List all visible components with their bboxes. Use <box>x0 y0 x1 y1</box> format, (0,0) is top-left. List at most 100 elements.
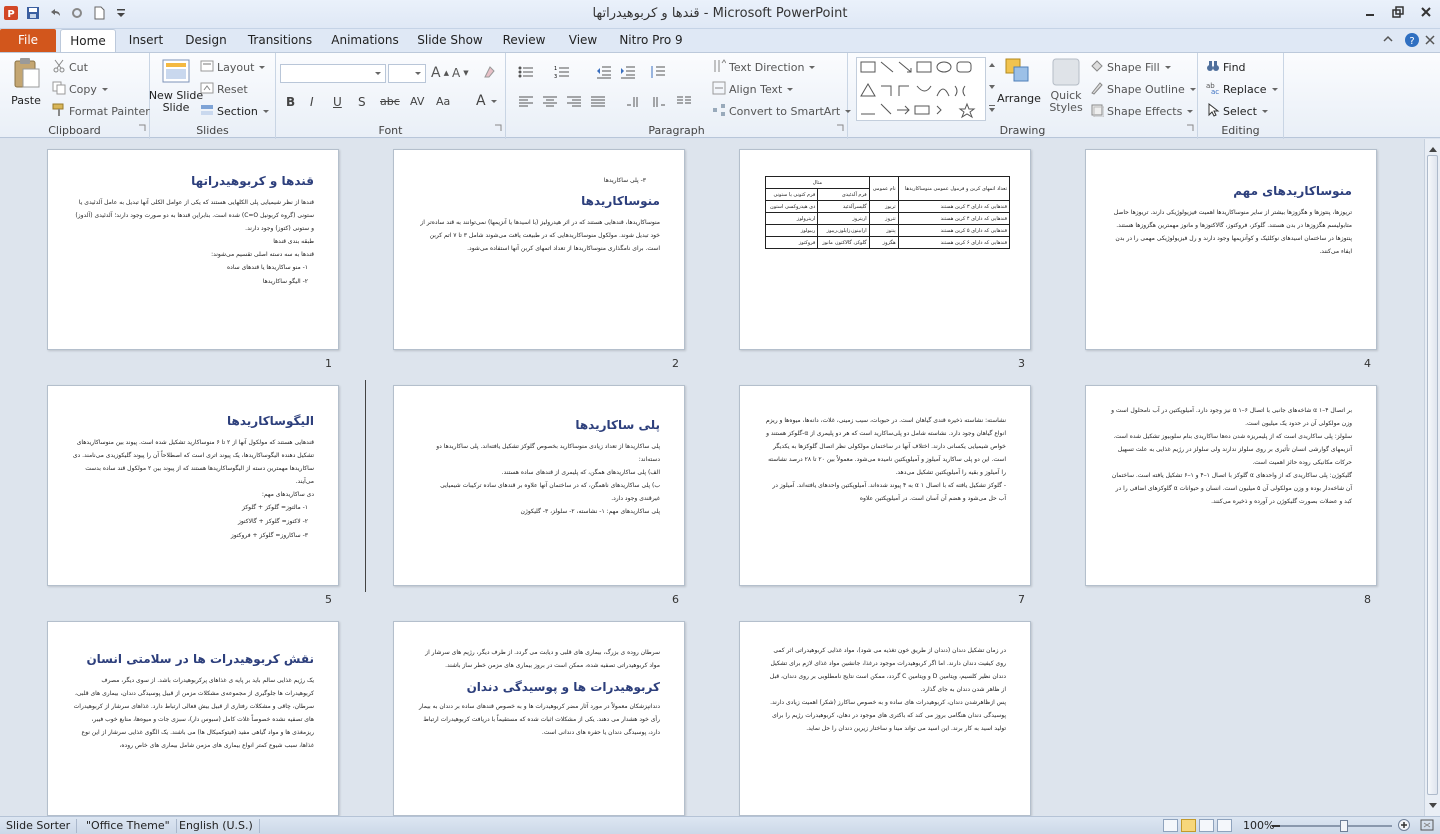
align-center-icon[interactable] <box>542 95 558 109</box>
minimize-icon[interactable] <box>1362 4 1378 20</box>
tab-design[interactable]: Design <box>181 29 231 52</box>
ribbon-close-icon[interactable] <box>1424 32 1436 49</box>
shape-effects-button[interactable]: Shape Effects <box>1090 103 1194 120</box>
slide-thumbnail[interactable]: سرطان روده ی بزرگ، بیماری های قلبی و دیا… <box>393 621 685 816</box>
shapes-more-icon[interactable] <box>988 99 996 122</box>
tab-insert[interactable]: Insert <box>122 29 170 52</box>
tab-transitions[interactable]: Transitions <box>246 29 314 52</box>
new-slide-button[interactable]: New Slide Slide <box>149 57 203 114</box>
drawing-launcher-icon[interactable] <box>1186 121 1194 135</box>
fit-to-window-icon[interactable] <box>1420 819 1434 834</box>
paste-button[interactable]: Paste <box>8 57 44 107</box>
vertical-scrollbar[interactable] <box>1424 139 1440 816</box>
layout-button[interactable]: Layout <box>200 59 266 76</box>
tab-view[interactable]: View <box>563 29 603 52</box>
convert-smartart-button[interactable]: Convert to SmartArt <box>712 103 852 120</box>
zoom-slider-thumb[interactable] <box>1340 820 1348 832</box>
close-icon[interactable] <box>1418 4 1434 20</box>
slide-sorter-view-icon[interactable] <box>1181 819 1196 832</box>
slide-thumbnail[interactable]: الیگوساکاریدها قندهایی هستند که مولکول آ… <box>47 385 339 586</box>
normal-view-icon[interactable] <box>1163 819 1178 832</box>
scrollbar-thumb[interactable] <box>1427 155 1438 795</box>
line-spacing-icon[interactable] <box>650 65 666 79</box>
arrange-button[interactable]: Arrange <box>997 57 1041 105</box>
change-case-icon[interactable]: Aa <box>436 95 450 108</box>
drawing-group-label: Drawing <box>999 124 1046 137</box>
copy-button[interactable]: Copy <box>52 81 108 98</box>
slide-thumbnail[interactable]: بر اتصال α ۱–۴ شاخه‌های جانبی با اتصال α… <box>1085 385 1377 586</box>
numbering-icon[interactable]: 13 <box>554 65 570 79</box>
decrease-indent-icon[interactable] <box>596 65 612 79</box>
table-header-cell: فرم کتونی یا ستونی <box>764 188 819 201</box>
justify-icon[interactable] <box>590 95 606 109</box>
tab-animations[interactable]: Animations <box>331 29 399 52</box>
slide-thumbnail[interactable]: در زمان تشکیل دندان (دندان از طریق خون ت… <box>739 621 1031 816</box>
shadow-icon[interactable]: S <box>358 95 366 109</box>
slide-thumbnail[interactable]: نقش کربوهیدرات ها در سلامتی انسان یک رژی… <box>47 621 339 816</box>
format-painter-button[interactable]: Format Painter <box>52 103 150 120</box>
scroll-down-icon[interactable] <box>1428 799 1438 813</box>
zoom-out-icon[interactable] <box>1272 820 1280 834</box>
reset-button[interactable]: Reset <box>200 81 248 98</box>
paragraph-launcher-icon[interactable] <box>836 121 844 135</box>
font-color-icon[interactable]: A <box>476 93 497 109</box>
section-button[interactable]: Section <box>200 103 269 120</box>
bold-icon[interactable]: B <box>286 95 295 109</box>
zoom-level[interactable]: 100% <box>1243 819 1274 832</box>
shrink-font-icon[interactable]: A ▼ <box>452 66 469 80</box>
insertion-marker <box>365 380 366 592</box>
ltr-direction-icon[interactable] <box>626 95 642 109</box>
reading-view-icon[interactable] <box>1199 819 1214 832</box>
find-button[interactable]: Find <box>1206 59 1246 76</box>
text-direction-button[interactable]: Text Direction <box>712 59 816 76</box>
slide-paragraph: پنتوزها در ساختمان اسیدهای نوکلئیک و کوآ… <box>1115 235 1352 255</box>
restore-icon[interactable] <box>1390 4 1406 20</box>
zoom-in-icon[interactable] <box>1398 819 1410 834</box>
shape-fill-button[interactable]: Shape Fill <box>1090 59 1171 76</box>
underline-icon[interactable]: U <box>333 95 342 109</box>
layout-icon <box>200 59 214 76</box>
quick-styles-button[interactable]: Quick Styles <box>1046 57 1086 114</box>
increase-indent-icon[interactable] <box>620 65 636 79</box>
grow-font-icon[interactable]: A ▲ <box>431 65 449 81</box>
shapes-gallery[interactable] <box>856 57 986 121</box>
slide-thumbnail[interactable]: قندها و کربوهیدراتها قندها از نظر شیمیای… <box>47 149 339 350</box>
cut-button[interactable]: Cut <box>52 59 88 76</box>
slide-thumbnail[interactable]: نشاسته: نشاسته ذخیره قندی گیاهان است. در… <box>739 385 1031 586</box>
zoom-slider-track[interactable] <box>1280 825 1392 827</box>
tab-slide-show[interactable]: Slide Show <box>416 29 484 52</box>
shape-outline-button[interactable]: Shape Outline <box>1090 81 1196 98</box>
tab-home[interactable]: Home <box>60 29 116 53</box>
slide-thumbnail[interactable]: ۳- پلی ساکاریدها منوساکاریدها منوساکارید… <box>393 149 685 350</box>
tab-review[interactable]: Review <box>500 29 548 52</box>
columns-icon[interactable] <box>676 95 692 109</box>
language-status[interactable]: English (U.S.) <box>173 819 260 833</box>
font-launcher-icon[interactable] <box>494 121 502 135</box>
clipboard-launcher-icon[interactable] <box>138 121 146 135</box>
svg-text:3: 3 <box>554 74 557 79</box>
tab-nitro-pro[interactable]: Nitro Pro 9 <box>615 29 687 52</box>
replace-button[interactable]: ab ac Replace <box>1206 81 1278 98</box>
shapes-scroll-down-icon[interactable] <box>988 77 996 100</box>
theme-status[interactable]: "Office Theme" <box>80 819 177 833</box>
minimize-ribbon-icon[interactable] <box>1382 33 1394 48</box>
rtl-direction-icon[interactable] <box>650 95 666 109</box>
slide-thumbnail[interactable]: پلی ساکاریدها پلی ساکاریدها از تعداد زیا… <box>393 385 685 586</box>
bullets-icon[interactable] <box>518 65 534 79</box>
tab-file[interactable]: File <box>0 29 56 52</box>
clear-formatting-icon[interactable] <box>482 65 496 79</box>
align-left-icon[interactable] <box>518 95 534 109</box>
font-size-field[interactable] <box>388 64 426 83</box>
slide-thumbnail[interactable]: تعداد اتمهای کربن و فرمول عمومی منوساکار… <box>739 149 1031 350</box>
slideshow-view-icon[interactable] <box>1217 819 1232 832</box>
slide-thumbnail[interactable]: منوساکاریدهای مهم تریوزها، پنتوزها و هگز… <box>1085 149 1377 350</box>
font-name-field[interactable] <box>280 64 386 83</box>
select-button[interactable]: Select <box>1206 102 1268 120</box>
help-icon[interactable]: ? <box>1404 32 1420 51</box>
italic-icon[interactable]: I <box>310 95 314 109</box>
scroll-up-icon[interactable] <box>1428 142 1438 156</box>
align-text-button[interactable]: Align Text <box>712 81 794 98</box>
character-spacing-icon[interactable]: AV <box>410 95 424 108</box>
align-right-icon[interactable] <box>566 95 582 109</box>
strikethrough-icon[interactable]: abc <box>380 95 400 108</box>
